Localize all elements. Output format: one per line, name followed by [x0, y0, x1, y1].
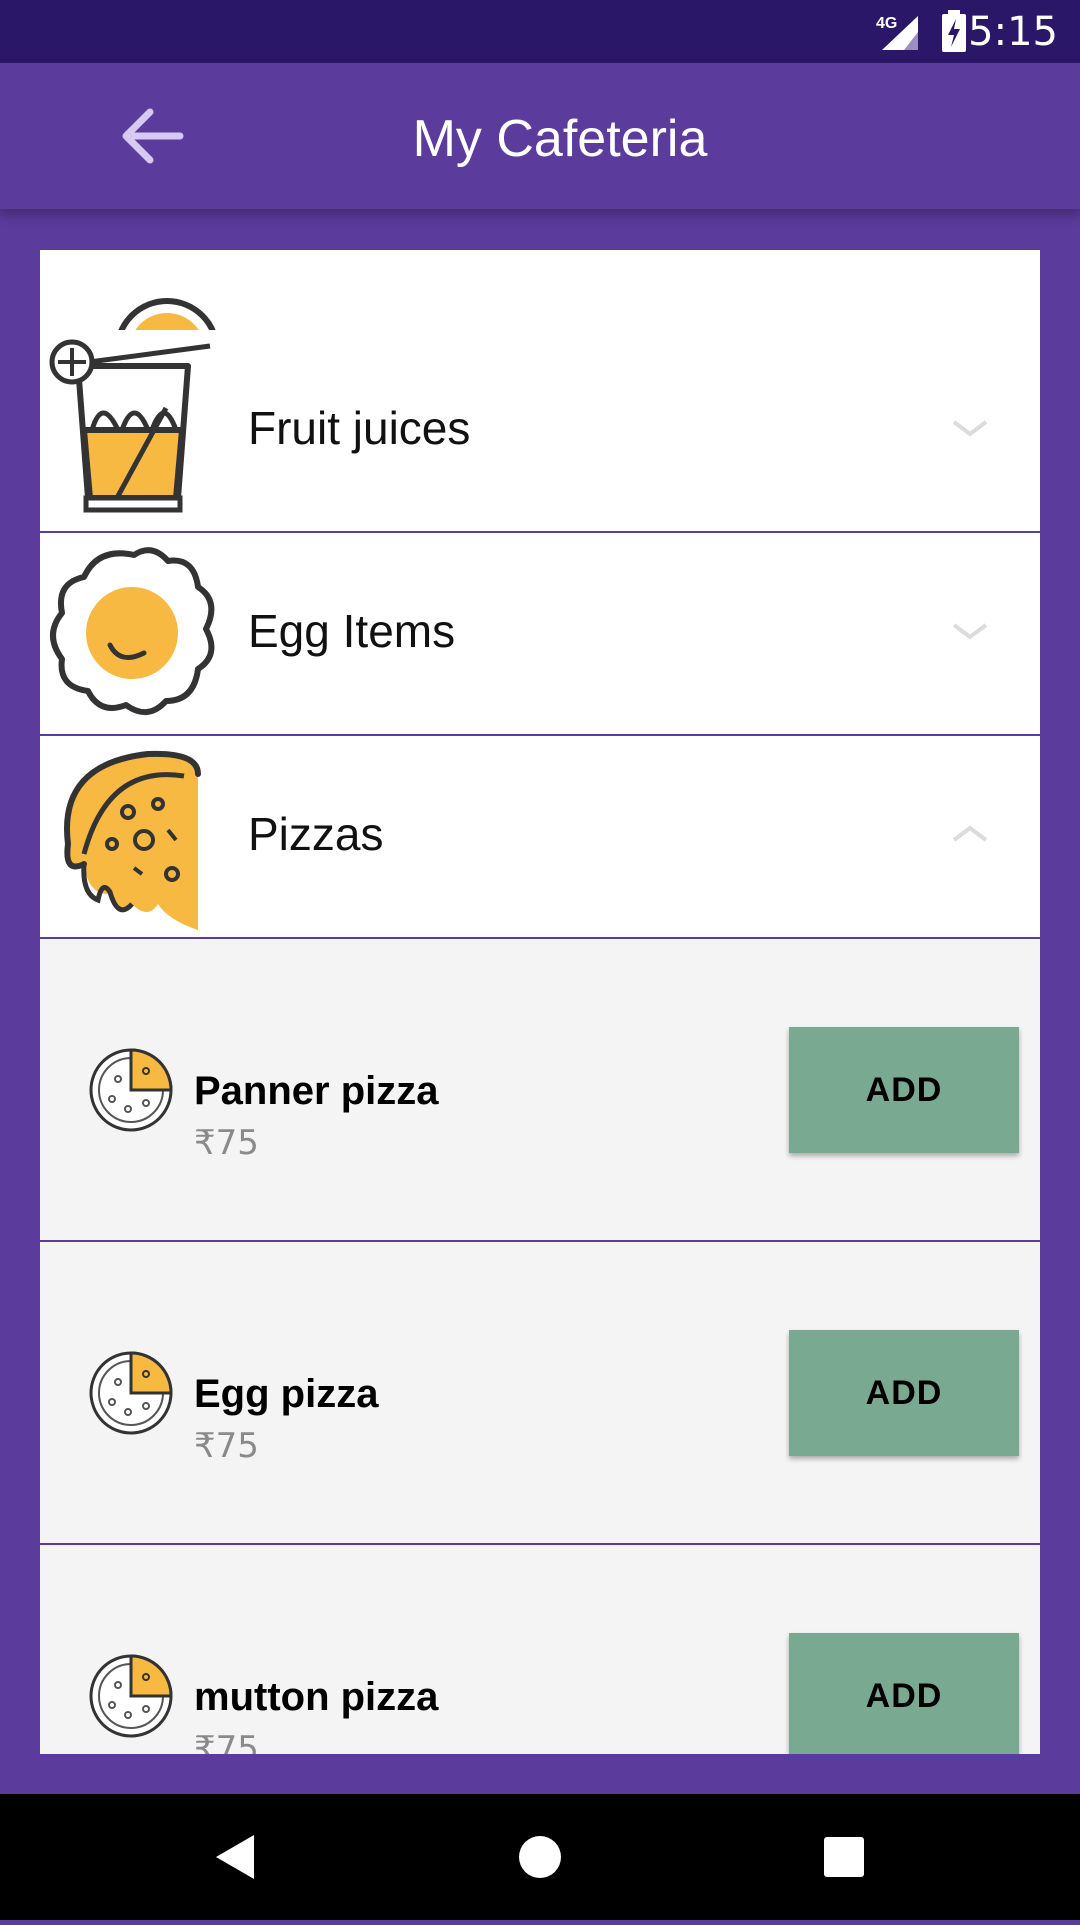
nav-home-button[interactable]: [460, 1794, 620, 1920]
category-label: Egg Items: [248, 605, 456, 657]
add-button[interactable]: ADD: [789, 1330, 1019, 1456]
triangle-back-icon: [216, 1835, 254, 1879]
item-name: mutton pizza: [194, 1675, 439, 1719]
pizza-icon: [89, 1048, 173, 1132]
system-navigation-bar: [0, 1794, 1080, 1920]
category-egg-items[interactable]: Egg Items: [40, 533, 1040, 736]
juice-glass-icon: [49, 339, 211, 513]
category-pizzas[interactable]: Pizzas: [40, 736, 1040, 939]
circle-home-icon: [519, 1836, 561, 1878]
svg-text:4G: 4G: [876, 15, 897, 32]
item-name: Panner pizza: [194, 1069, 439, 1113]
chevron-down-icon[interactable]: [950, 619, 990, 643]
list-item: Panner pizza ₹75 ADD: [40, 939, 1040, 1242]
add-button[interactable]: ADD: [789, 1633, 1019, 1754]
category-fruit-juices[interactable]: Fruit juices: [40, 330, 1040, 533]
status-bar: 4G 5:15: [0, 0, 1080, 63]
category-label: Fruit juices: [248, 402, 471, 454]
list-item: Egg pizza ₹75 ADD: [40, 1242, 1040, 1545]
pizza-slice-icon: [64, 750, 201, 930]
list-item: mutton pizza ₹75 ADD: [40, 1545, 1040, 1754]
item-name: Egg pizza: [194, 1372, 379, 1416]
item-price: ₹75: [194, 1426, 259, 1466]
menu-list[interactable]: Fruit juices Egg Items Pizzas Panner piz…: [40, 250, 1040, 1754]
fried-egg-icon: [50, 547, 215, 715]
item-price: ₹75: [194, 1123, 259, 1163]
pizza-icon: [89, 1654, 173, 1738]
category-label: Pizzas: [248, 808, 384, 860]
status-time: 5:15: [968, 9, 1058, 55]
nav-back-button[interactable]: [156, 1794, 316, 1920]
square-recents-icon: [824, 1837, 864, 1877]
item-price: ₹75: [194, 1729, 259, 1754]
nav-recents-button[interactable]: [764, 1794, 924, 1920]
add-button[interactable]: ADD: [789, 1027, 1019, 1153]
signal-4g-icon: 4G: [876, 15, 918, 50]
battery-charging-icon: [942, 10, 966, 52]
page-title: My Cafeteria: [412, 110, 708, 168]
pizza-icon: [89, 1351, 173, 1435]
chevron-down-icon[interactable]: [950, 416, 990, 440]
app-bar: My Cafeteria: [0, 63, 1080, 209]
chevron-up-icon[interactable]: [950, 822, 990, 846]
